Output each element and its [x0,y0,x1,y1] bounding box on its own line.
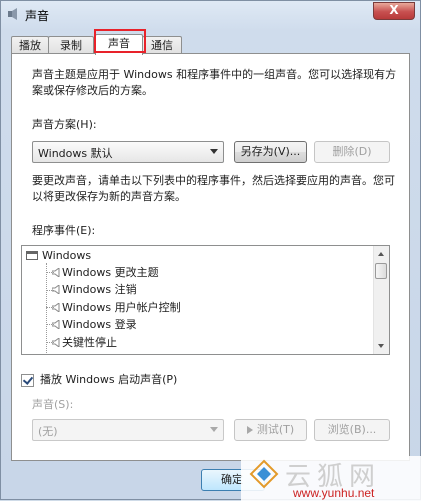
list-item[interactable]: Windows 注销 [22,281,372,298]
sound-scheme-label: 声音方案(H): [32,118,97,131]
close-button[interactable]: X [373,2,415,20]
program-events-label: 程序事件(E): [32,224,96,237]
sound-select-value: (无) [38,425,58,438]
watermark-url: www.yunhu.net [293,486,375,500]
instruction-text-line2: 以将更改保存为新的声音方案。 [32,190,186,203]
scroll-down-icon[interactable] [374,338,389,354]
speaker-icon [52,320,60,329]
speaker-icon [52,303,60,312]
sound-scheme-value: Windows 默认 [38,147,113,160]
sound-select[interactable]: (无) [32,419,224,441]
scroll-up-icon[interactable] [374,246,389,262]
watermark: 云狐网 www.yunhu.net [241,456,421,501]
speaker-icon [8,8,17,20]
delete-button[interactable]: 删除(D) [314,141,390,163]
list-item[interactable]: Windows 用户帐户控制 [22,299,372,316]
speaker-icon [52,268,60,277]
speaker-icon [52,285,60,294]
tab-communications[interactable]: 通信 [142,36,182,54]
window-title: 声音 [25,9,50,23]
window-icon [26,251,38,260]
scroll-thumb[interactable] [375,263,387,279]
list-item[interactable]: Windows 更改主题 [22,264,372,281]
tab-strip: 播放 录制 声音 通信 [11,34,411,55]
speaker-icon [52,338,60,347]
list-group-windows[interactable]: Windows [22,247,372,264]
save-as-button[interactable]: 另存为(V)... [234,141,307,163]
list-item[interactable]: Windows 登录 [22,316,372,333]
list-scrollbar[interactable] [373,246,389,354]
browse-button[interactable]: 浏览(B)... [314,419,390,441]
list-item[interactable]: 关键性停止 [22,334,372,351]
sound-scheme-select[interactable]: Windows 默认 [32,141,224,163]
watermark-logo-icon [249,459,279,489]
instruction-text-line1: 要更改声音，请单击以下列表中的程序事件，然后选择要应用的声音。您可 [32,174,395,187]
intro-text-line2: 案或保存修改后的方案。 [32,84,153,97]
test-button[interactable]: 测试(T) [234,419,307,441]
startup-sound-checkbox[interactable] [21,374,34,387]
sound-label: 声音(S): [32,398,74,411]
chevron-down-icon [210,427,218,432]
sound-dialog: 声音 X 播放 录制 声音 通信 声音主题是应用于 Windows 和程序事件中… [0,0,421,501]
tab-playback[interactable]: 播放 [11,36,49,54]
tab-highlight-box [94,29,146,53]
startup-sound-label[interactable]: 播放 Windows 启动声音(P) [40,372,177,388]
program-events-list[interactable]: Windows Windows 更改主题 Windows 注销 Windows … [21,245,390,355]
title-bar[interactable]: 声音 X [1,1,420,27]
chevron-down-icon [210,149,218,154]
intro-text-line1: 声音主题是应用于 Windows 和程序事件中的一组声音。您可以选择现有方 [32,68,397,81]
test-button-label: 测试(T) [256,423,295,436]
tab-recording[interactable]: 录制 [48,36,94,54]
play-icon [246,426,253,434]
